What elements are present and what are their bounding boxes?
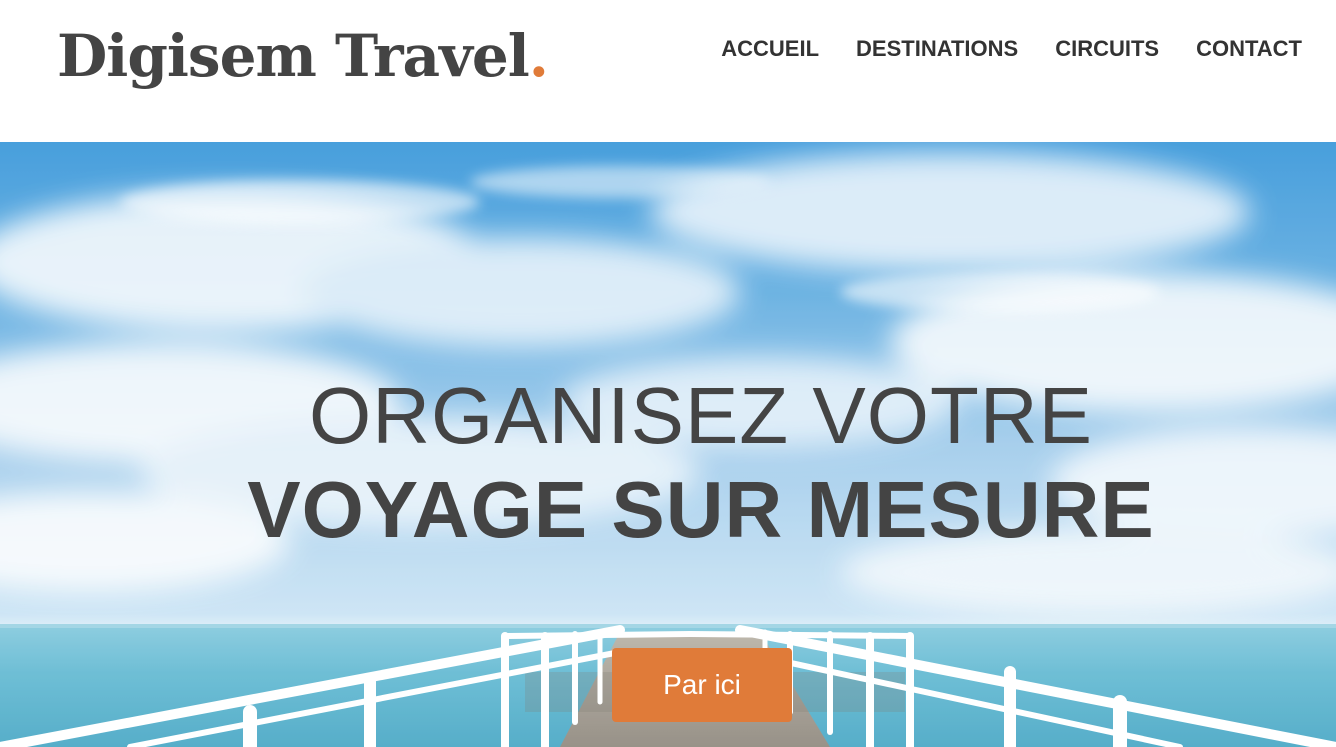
nav-item-contact[interactable]: CONTACT xyxy=(1196,34,1302,64)
logo-text: Digisem Travel xyxy=(57,22,530,90)
main-nav: ACCUEIL DESTINATIONS CIRCUITS CONTACT xyxy=(721,34,1302,64)
cta-button[interactable]: Par ici xyxy=(612,648,792,722)
hero-title-line1: ORGANISEZ VOTRE xyxy=(309,371,1093,460)
nav-item-circuits[interactable]: CIRCUITS xyxy=(1055,34,1159,64)
site-logo[interactable]: Digisem Travel. xyxy=(57,18,549,94)
nav-item-destinations[interactable]: DESTINATIONS xyxy=(856,34,1018,64)
hero-title-line2: VOYAGE SUR MESURE xyxy=(247,465,1155,554)
logo-dot: . xyxy=(528,22,549,90)
nav-item-accueil[interactable]: ACCUEIL xyxy=(721,34,819,64)
site-header: Digisem Travel. ACCUEIL DESTINATIONS CIR… xyxy=(0,0,1336,142)
hero-section: ORGANISEZ VOTRE VOYAGE SUR MESURE Par ic… xyxy=(0,142,1336,747)
